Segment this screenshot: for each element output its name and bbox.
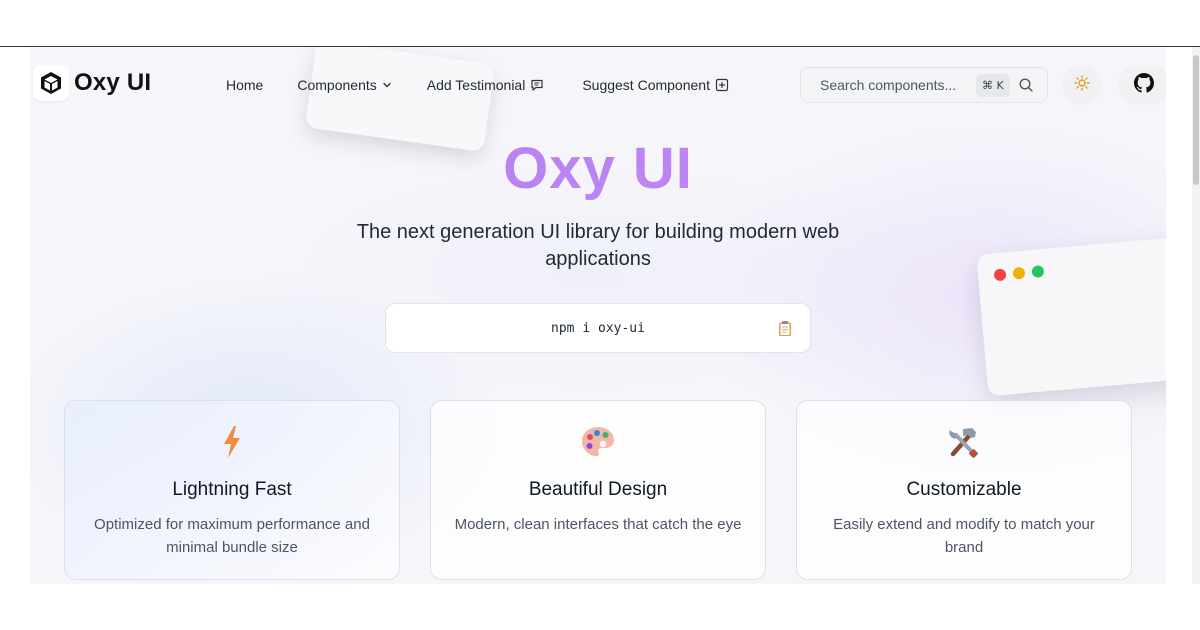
search-icon: [1018, 77, 1034, 93]
cube-logo-icon: [33, 65, 69, 101]
feature-title: Customizable: [906, 479, 1022, 500]
search-placeholder: Search components...: [820, 77, 957, 93]
search-input[interactable]: Search components... ⌘ K: [800, 67, 1048, 103]
feature-card-lightning-fast: Lightning Fast Optimized for maximum per…: [64, 400, 400, 580]
feature-description: Optimized for maximum performance and mi…: [94, 516, 370, 556]
logo-link[interactable]: Oxy UI: [33, 65, 151, 101]
window-close-dot: [993, 268, 1007, 282]
search-shortcut-badge: ⌘ K: [976, 73, 1010, 97]
page: Oxy UI Home Components Add Testimonial S…: [30, 47, 1166, 584]
decorative-window-card: [976, 235, 1166, 397]
feature-card-beautiful-design: Beautiful Design Modern, clean interface…: [430, 400, 766, 580]
brand-name: Oxy UI: [74, 69, 152, 96]
nav-home-label: Home: [226, 77, 264, 93]
github-button[interactable]: [1118, 65, 1166, 105]
feature-description: Modern, clean interfaces that catch the …: [454, 516, 742, 533]
tools-icon: [797, 425, 1131, 459]
github-icon: [1134, 73, 1154, 97]
install-command-box: npm i oxy-ui: [385, 303, 811, 353]
hero-title: Oxy UI: [30, 135, 1166, 202]
scrollbar-thumb[interactable]: [1193, 55, 1199, 185]
feature-description: Easily extend and modify to match your b…: [833, 516, 1095, 556]
nav-suggest-component-label: Suggest Component: [582, 77, 710, 93]
feature-card-customizable: Customizable Easily extend and modify to…: [796, 400, 1132, 580]
chevron-down-icon: [382, 80, 392, 90]
browser-viewport: Oxy UI Home Components Add Testimonial S…: [0, 46, 1200, 584]
window-maximize-dot: [1031, 265, 1045, 279]
hero-subtitle: The next generation UI library for build…: [356, 221, 840, 270]
plus-square-icon: [715, 78, 729, 92]
feature-title: Beautiful Design: [528, 479, 668, 500]
message-square-icon: [530, 78, 544, 92]
lightning-icon: [65, 425, 399, 459]
nav-suggest-component[interactable]: Suggest Component: [582, 77, 729, 93]
vertical-scrollbar[interactable]: [1192, 47, 1200, 584]
window-minimize-dot: [1012, 266, 1026, 280]
theme-toggle-button[interactable]: [1062, 65, 1102, 105]
nav-add-testimonial-label: Add Testimonial: [426, 77, 526, 93]
feature-title: Lightning Fast: [172, 479, 292, 500]
nav-components-label: Components: [297, 77, 377, 93]
clipboard-icon[interactable]: [778, 320, 792, 337]
nav-components[interactable]: Components: [297, 77, 391, 93]
palette-icon: [431, 425, 765, 459]
install-command: npm i oxy-ui: [551, 320, 645, 336]
main-nav: Home Components Add Testimonial Suggest …: [226, 77, 729, 93]
sun-icon: [1074, 75, 1090, 95]
nav-add-testimonial[interactable]: Add Testimonial: [427, 77, 545, 93]
nav-home[interactable]: Home: [226, 77, 263, 93]
